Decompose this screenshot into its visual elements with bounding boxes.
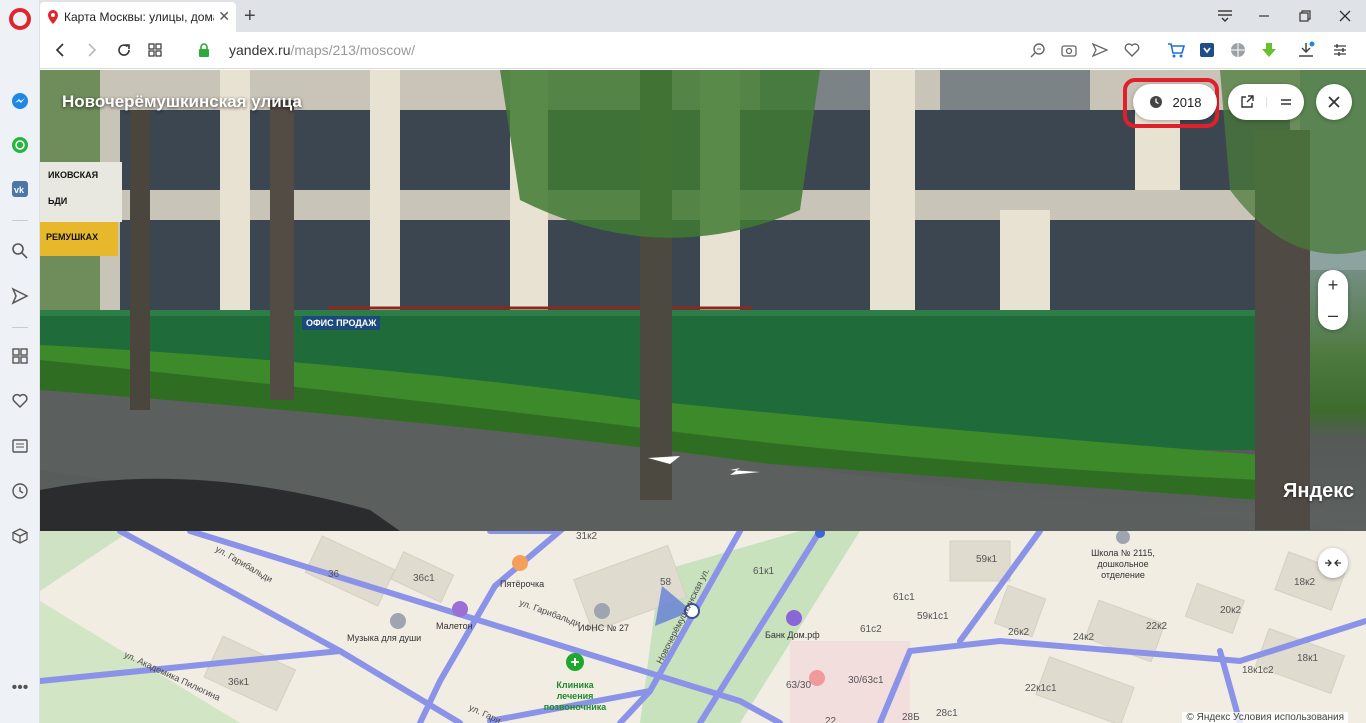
building-label: 28с1: [936, 708, 958, 719]
svg-text:vk: vk: [14, 185, 25, 195]
tab-title: Карта Москвы: улицы, дома: [64, 10, 214, 24]
building-label: 18к1с2: [1242, 665, 1274, 676]
tab-menu-icon[interactable]: [1215, 6, 1235, 26]
zoom-search-icon[interactable]: [1028, 40, 1048, 60]
close-panorama-button[interactable]: [1316, 84, 1352, 120]
building-label: 30/63с1: [848, 675, 884, 686]
close-window-icon[interactable]: [1335, 6, 1355, 26]
more-icon[interactable]: •••: [9, 677, 31, 699]
zoom-out-button[interactable]: –: [1318, 300, 1348, 330]
whatsapp-icon[interactable]: [9, 134, 31, 156]
building-label: 31к2: [576, 531, 598, 542]
tab-close-icon[interactable]: ✕: [218, 8, 230, 25]
url-field[interactable]: yandex.ru/maps/213/moscow/: [229, 42, 415, 58]
vk-icon[interactable]: vk: [9, 178, 31, 200]
save-extension-icon[interactable]: [1197, 40, 1217, 60]
clock-icon: [1149, 96, 1162, 108]
building-label: 26к2: [1008, 627, 1030, 638]
close-icon: [1328, 96, 1340, 108]
easy-setup-icon[interactable]: [1330, 40, 1350, 60]
map-footer[interactable]: © Яндекс Условия использования: [1182, 712, 1348, 723]
street-name-title: Новочерёмушкинская улица: [62, 92, 302, 111]
building-label: 61к1: [753, 566, 775, 577]
extensions-cube-icon[interactable]: [9, 525, 31, 547]
tabs-grid-icon[interactable]: [145, 40, 165, 60]
tab-active[interactable]: Карта Москвы: улицы, дома ✕: [40, 2, 236, 32]
map-panel[interactable]: 31к2 36 36с1 58 61к1 59к1 61с1 59к1с1 61…: [40, 531, 1366, 723]
search-icon[interactable]: [9, 240, 31, 262]
send-icon[interactable]: [9, 285, 31, 307]
poi-maleton[interactable]: Малетон: [436, 621, 473, 632]
speed-dial-icon[interactable]: [9, 345, 31, 367]
sidebar-divider: [12, 327, 28, 328]
building-label: 18к2: [1294, 577, 1316, 588]
poi-pyaterochka[interactable]: Пятёрочка: [500, 579, 544, 590]
bookmark-heart-icon[interactable]: [1122, 40, 1142, 60]
poi-bank[interactable]: Банк Дом.рф: [765, 630, 820, 641]
building-label: 36с1: [413, 573, 435, 584]
downloads-icon[interactable]: [1296, 40, 1316, 60]
street-view-panorama[interactable]: ИКОВСКАЯ ЬДИ РЕМУШКАХ ОФИС ПРОДАЖ Новоче…: [40, 70, 1366, 531]
panorama-image: [40, 70, 1366, 531]
building-label: 36: [328, 569, 340, 580]
expand-arrows-icon: [1325, 559, 1341, 567]
poi-music[interactable]: Музыка для души: [347, 633, 421, 644]
address-bar: yandex.ru/maps/213/moscow/: [40, 32, 1366, 69]
opera-logo-icon[interactable]: [9, 8, 31, 30]
tab-bar: Карта Москвы: улицы, дома ✕ +: [40, 0, 1366, 32]
yandex-logo: Яндекс: [1283, 480, 1355, 502]
opera-sidebar: vk •••: [0, 0, 40, 723]
restore-icon[interactable]: [1295, 6, 1315, 26]
building-label: 63/30: [786, 680, 812, 691]
road-sign-text: ЬДИ: [48, 196, 68, 206]
map-expand-button[interactable]: [1318, 548, 1348, 578]
url-host: yandex.ru: [229, 42, 291, 58]
new-tab-button[interactable]: +: [244, 5, 256, 28]
poi-ifns[interactable]: ИФНС № 27: [578, 623, 629, 634]
road-sign-text: ИКОВСКАЯ: [48, 170, 99, 180]
history-icon[interactable]: [9, 480, 31, 502]
building-label: 18к1: [1297, 653, 1319, 664]
building-label: 36к1: [228, 677, 250, 688]
building-label: 22к2: [1146, 621, 1168, 632]
building-label: 28Б: [902, 712, 920, 723]
cart-extension-icon[interactable]: [1166, 40, 1186, 60]
heart-icon[interactable]: [9, 390, 31, 412]
office-sign-text: ОФИС ПРОДАЖ: [302, 316, 381, 330]
forward-button[interactable]: [82, 40, 102, 60]
poi-clinic[interactable]: Клиника лечения позвоночника: [543, 680, 607, 713]
building-label: 24к2: [1073, 632, 1095, 643]
panorama-actions-group: [1228, 84, 1304, 120]
building-label: 59к1с1: [917, 611, 949, 622]
vpn-globe-icon[interactable]: [1228, 40, 1248, 60]
download-extension-icon[interactable]: [1259, 40, 1279, 60]
zoom-in-button[interactable]: +: [1318, 270, 1348, 300]
yandex-maps-pin-icon: [48, 10, 58, 24]
reload-button[interactable]: [114, 40, 134, 60]
building-label: 58: [660, 577, 672, 588]
news-icon[interactable]: [9, 435, 31, 457]
panorama-zoom-control: + –: [1318, 270, 1348, 330]
back-button[interactable]: [50, 40, 70, 60]
road-sign-text: РЕМУШКАХ: [46, 232, 99, 242]
building-label: 61с2: [860, 624, 882, 635]
building-label: 61с1: [893, 592, 915, 603]
building-label: 22к1с1: [1025, 683, 1057, 694]
share-send-icon[interactable]: [1090, 40, 1110, 60]
building-label: 20к2: [1220, 605, 1242, 616]
building-label: 22: [825, 716, 837, 723]
messenger-icon[interactable]: [9, 90, 31, 112]
panorama-menu-icon[interactable]: [1266, 97, 1304, 107]
secure-lock-icon[interactable]: [194, 40, 214, 60]
poi-school[interactable]: Школа № 2115, дошкольное отделение: [1086, 548, 1160, 581]
panorama-year: 2018: [1172, 94, 1202, 110]
url-path: /maps/213/moscow/: [290, 42, 415, 58]
building-label: 59к1: [976, 554, 998, 565]
camera-icon[interactable]: [1059, 40, 1079, 60]
share-external-icon[interactable]: [1228, 95, 1266, 109]
minimize-icon[interactable]: [1254, 6, 1274, 26]
sidebar-divider: [12, 220, 28, 221]
panorama-year-button[interactable]: 2018: [1133, 84, 1217, 120]
